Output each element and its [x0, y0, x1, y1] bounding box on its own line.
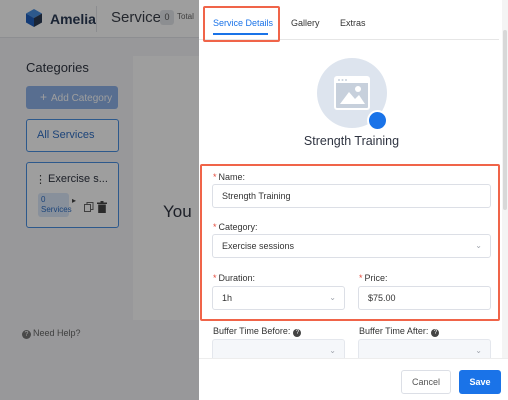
name-label-text: Name:	[218, 172, 246, 182]
save-button[interactable]: Save	[459, 370, 501, 394]
scrollbar-thumb[interactable]	[503, 30, 507, 210]
image-placeholder-icon	[334, 76, 370, 110]
required-asterisk: *	[213, 172, 217, 182]
tab-extras[interactable]: Extras	[340, 18, 366, 28]
price-label: * Price:	[359, 273, 388, 283]
service-name-heading: Strength Training	[303, 134, 400, 148]
chevron-down-icon: ⌄	[329, 293, 336, 302]
category-select-value: Exercise sessions	[222, 241, 295, 251]
chevron-down-icon: ⌄	[475, 241, 482, 250]
help-circle-icon[interactable]: ?	[293, 329, 302, 337]
dialog-scrollbar[interactable]	[502, 0, 508, 360]
required-asterisk: *	[359, 273, 363, 283]
dialog-footer: Cancel Save	[199, 358, 508, 400]
price-label-text: Price:	[364, 273, 388, 283]
name-label: * Name:	[213, 172, 245, 182]
duration-label-text: Duration:	[218, 273, 256, 283]
upload-image-button[interactable]	[367, 110, 388, 131]
duration-select[interactable]: 1h ⌄	[212, 286, 345, 310]
buffer-before-label-text: Buffer Time Before:	[213, 326, 291, 336]
buffer-after-label: Buffer Time After:?	[359, 326, 440, 337]
required-asterisk: *	[213, 273, 217, 283]
tab-gallery[interactable]: Gallery	[291, 18, 320, 28]
tab-highlight-box	[203, 6, 280, 42]
buffer-before-label: Buffer Time Before:?	[213, 326, 302, 337]
required-asterisk: *	[213, 222, 217, 232]
price-input[interactable]: $75.00	[358, 286, 491, 310]
category-label-text: Category:	[218, 222, 258, 232]
name-input[interactable]: Strength Training	[212, 184, 491, 208]
category-select[interactable]: Exercise sessions ⌄	[212, 234, 491, 258]
category-label: * Category:	[213, 222, 258, 232]
cancel-button[interactable]: Cancel	[401, 370, 451, 394]
service-dialog: Service Details Gallery Extras Strength …	[199, 0, 508, 400]
duration-label: * Duration:	[213, 273, 255, 283]
buffer-after-label-text: Buffer Time After:	[359, 326, 429, 336]
duration-select-value: 1h	[222, 293, 233, 303]
help-circle-icon[interactable]: ?	[431, 329, 440, 337]
